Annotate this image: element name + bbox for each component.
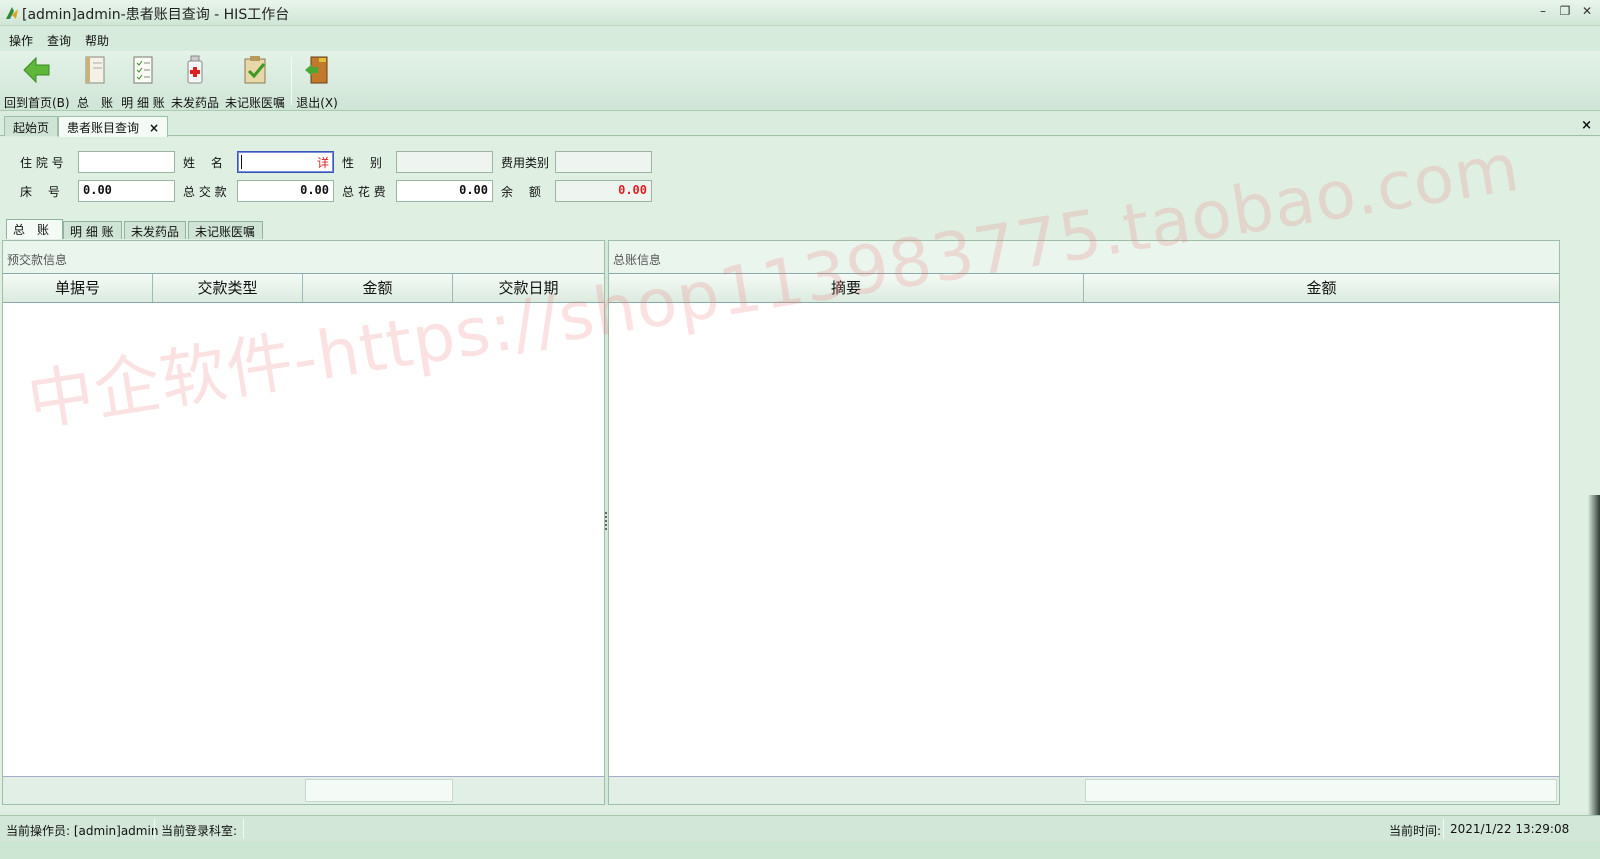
total-paid-field: 0.00 — [237, 180, 334, 202]
status-bar: 当前操作员: [admin]admin 当前登录科室: 当前时间: 2021/1… — [0, 815, 1600, 841]
splitter-grip-icon — [605, 512, 607, 530]
ledger-button[interactable]: 总 账 — [74, 53, 116, 110]
bed-field: 0.00 — [78, 180, 175, 202]
fee-type-label: 费用类别 — [501, 156, 550, 170]
total-cost-label: 总 花 费 — [342, 185, 386, 199]
status-separator — [243, 819, 244, 839]
menu-help[interactable]: 帮助 — [85, 32, 109, 49]
bed-label: 床 号 — [20, 185, 60, 199]
status-operator: 当前操作员: [admin]admin — [6, 824, 159, 838]
status-separator — [154, 819, 155, 839]
gender-field — [396, 151, 493, 173]
total-paid-label: 总 交 款 — [183, 185, 227, 199]
minimize-icon[interactable]: – — [1536, 4, 1550, 18]
tab-unrecorded-orders[interactable]: 未记账医嘱 — [188, 221, 263, 239]
ledger-grid-body[interactable] — [609, 303, 1559, 776]
fee-type-field — [555, 151, 652, 173]
app-logo-icon — [6, 7, 18, 19]
ledger-grid-header: 摘要 金额 — [609, 273, 1559, 303]
restore-icon[interactable]: ❐ — [1558, 4, 1572, 18]
prepayment-grid-header: 单据号 交款类型 金额 交款日期 — [3, 273, 604, 303]
close-tab-icon[interactable]: × — [149, 121, 159, 135]
tab-start-page[interactable]: 起始页 — [4, 116, 59, 136]
ledger-panel-title: 总账信息 — [613, 253, 662, 267]
detail-ledger-button[interactable]: 明 细 账 — [120, 53, 166, 110]
close-all-tabs-icon[interactable]: × — [1581, 118, 1592, 133]
ledger-book-icon — [85, 56, 105, 84]
unrecorded-orders-button[interactable]: 未记账医嘱 — [224, 53, 286, 110]
toolbar: 回到首页(B) 总 账 明 细 账 未发药品 未记账医嘱 退出(X) — [0, 51, 1600, 111]
column-header-receipt-no[interactable]: 单据号 — [3, 274, 153, 302]
prepayment-grid-footer — [3, 776, 604, 804]
column-header-payment-date[interactable]: 交款日期 — [453, 274, 604, 302]
title-bar: [admin]admin-患者账目查询 - HIS工作台 – ❐ ✕ — [0, 0, 1600, 26]
ledger-amount-total-cell — [1085, 779, 1557, 802]
medicine-bottle-icon — [187, 55, 203, 84]
exit-button[interactable]: 退出(X) — [296, 53, 338, 110]
column-header-amount[interactable]: 金额 — [303, 274, 453, 302]
back-arrow-icon — [23, 56, 50, 84]
toolbar-separator — [291, 57, 292, 105]
admission-no-input[interactable] — [78, 151, 175, 173]
prepayment-grid-body[interactable] — [3, 303, 604, 776]
column-header-payment-type[interactable]: 交款类型 — [153, 274, 303, 302]
tab-undispensed-drugs[interactable]: 未发药品 — [124, 221, 186, 239]
exit-door-icon — [305, 56, 328, 84]
name-input[interactable]: 详 — [237, 151, 334, 173]
gender-label: 性 别 — [342, 156, 382, 170]
status-time-label: 当前时间: — [1389, 824, 1442, 838]
column-header-summary[interactable]: 摘要 — [609, 274, 1084, 302]
ledger-grid-footer — [609, 776, 1559, 804]
tab-detail-ledger[interactable]: 明 细 账 — [63, 221, 122, 239]
status-department: 当前登录科室: — [161, 824, 238, 838]
ledger-panel: 总账信息 摘要 金额 — [608, 240, 1560, 805]
menu-query[interactable]: 查询 — [47, 32, 71, 49]
tab-general-ledger[interactable]: 总 账 — [6, 219, 63, 239]
balance-field: 0.00 — [555, 180, 652, 202]
text-cursor — [241, 155, 242, 169]
admission-no-label: 住 院 号 — [20, 156, 64, 170]
prepayment-panel-title: 预交款信息 — [7, 253, 68, 267]
window-edge-shadow — [1588, 495, 1600, 815]
total-cost-field: 0.00 — [396, 180, 493, 202]
checklist-icon — [133, 56, 153, 84]
name-label: 姓 名 — [183, 156, 223, 170]
balance-label: 余 额 — [501, 185, 541, 199]
bottom-strip — [0, 841, 1600, 859]
prepayment-panel: 预交款信息 单据号 交款类型 金额 交款日期 — [2, 240, 605, 805]
window-title: [admin]admin-患者账目查询 - HIS工作台 — [22, 7, 290, 23]
clipboard-check-icon — [244, 56, 266, 84]
undispensed-drugs-button[interactable]: 未发药品 — [170, 53, 220, 110]
prepayment-amount-total-cell — [305, 779, 453, 802]
tab-patient-account-query[interactable]: 患者账目查询 × — [58, 116, 169, 137]
document-tab-strip: 起始页 患者账目查询 × — [0, 114, 1600, 137]
column-header-ledger-amount[interactable]: 金额 — [1084, 274, 1559, 302]
status-time: 2021/1/22 13:29:08 — [1450, 822, 1570, 836]
menu-bar: 操作 查询 帮助 — [0, 27, 1600, 51]
home-button[interactable]: 回到首页(B) — [4, 53, 70, 110]
name-detail-link[interactable]: 详 — [317, 154, 329, 171]
close-window-icon[interactable]: ✕ — [1580, 4, 1594, 18]
status-separator — [1443, 819, 1444, 839]
menu-operate[interactable]: 操作 — [9, 32, 33, 49]
